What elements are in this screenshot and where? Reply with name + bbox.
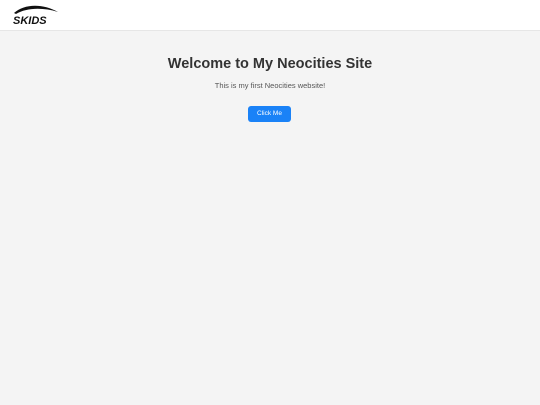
top-bar: SKIDS [0,0,540,31]
page-title: Welcome to My Neocities Site [167,56,373,72]
click-me-button[interactable]: Click Me [248,106,291,122]
skids-logo-icon: SKIDS [13,5,58,26]
page-subtitle: This is my first Neocities website! [214,81,326,90]
skids-logo[interactable]: SKIDS [12,4,60,26]
logo-text: SKIDS [13,15,47,26]
main-content: Welcome to My Neocities Site This is my … [0,31,540,405]
